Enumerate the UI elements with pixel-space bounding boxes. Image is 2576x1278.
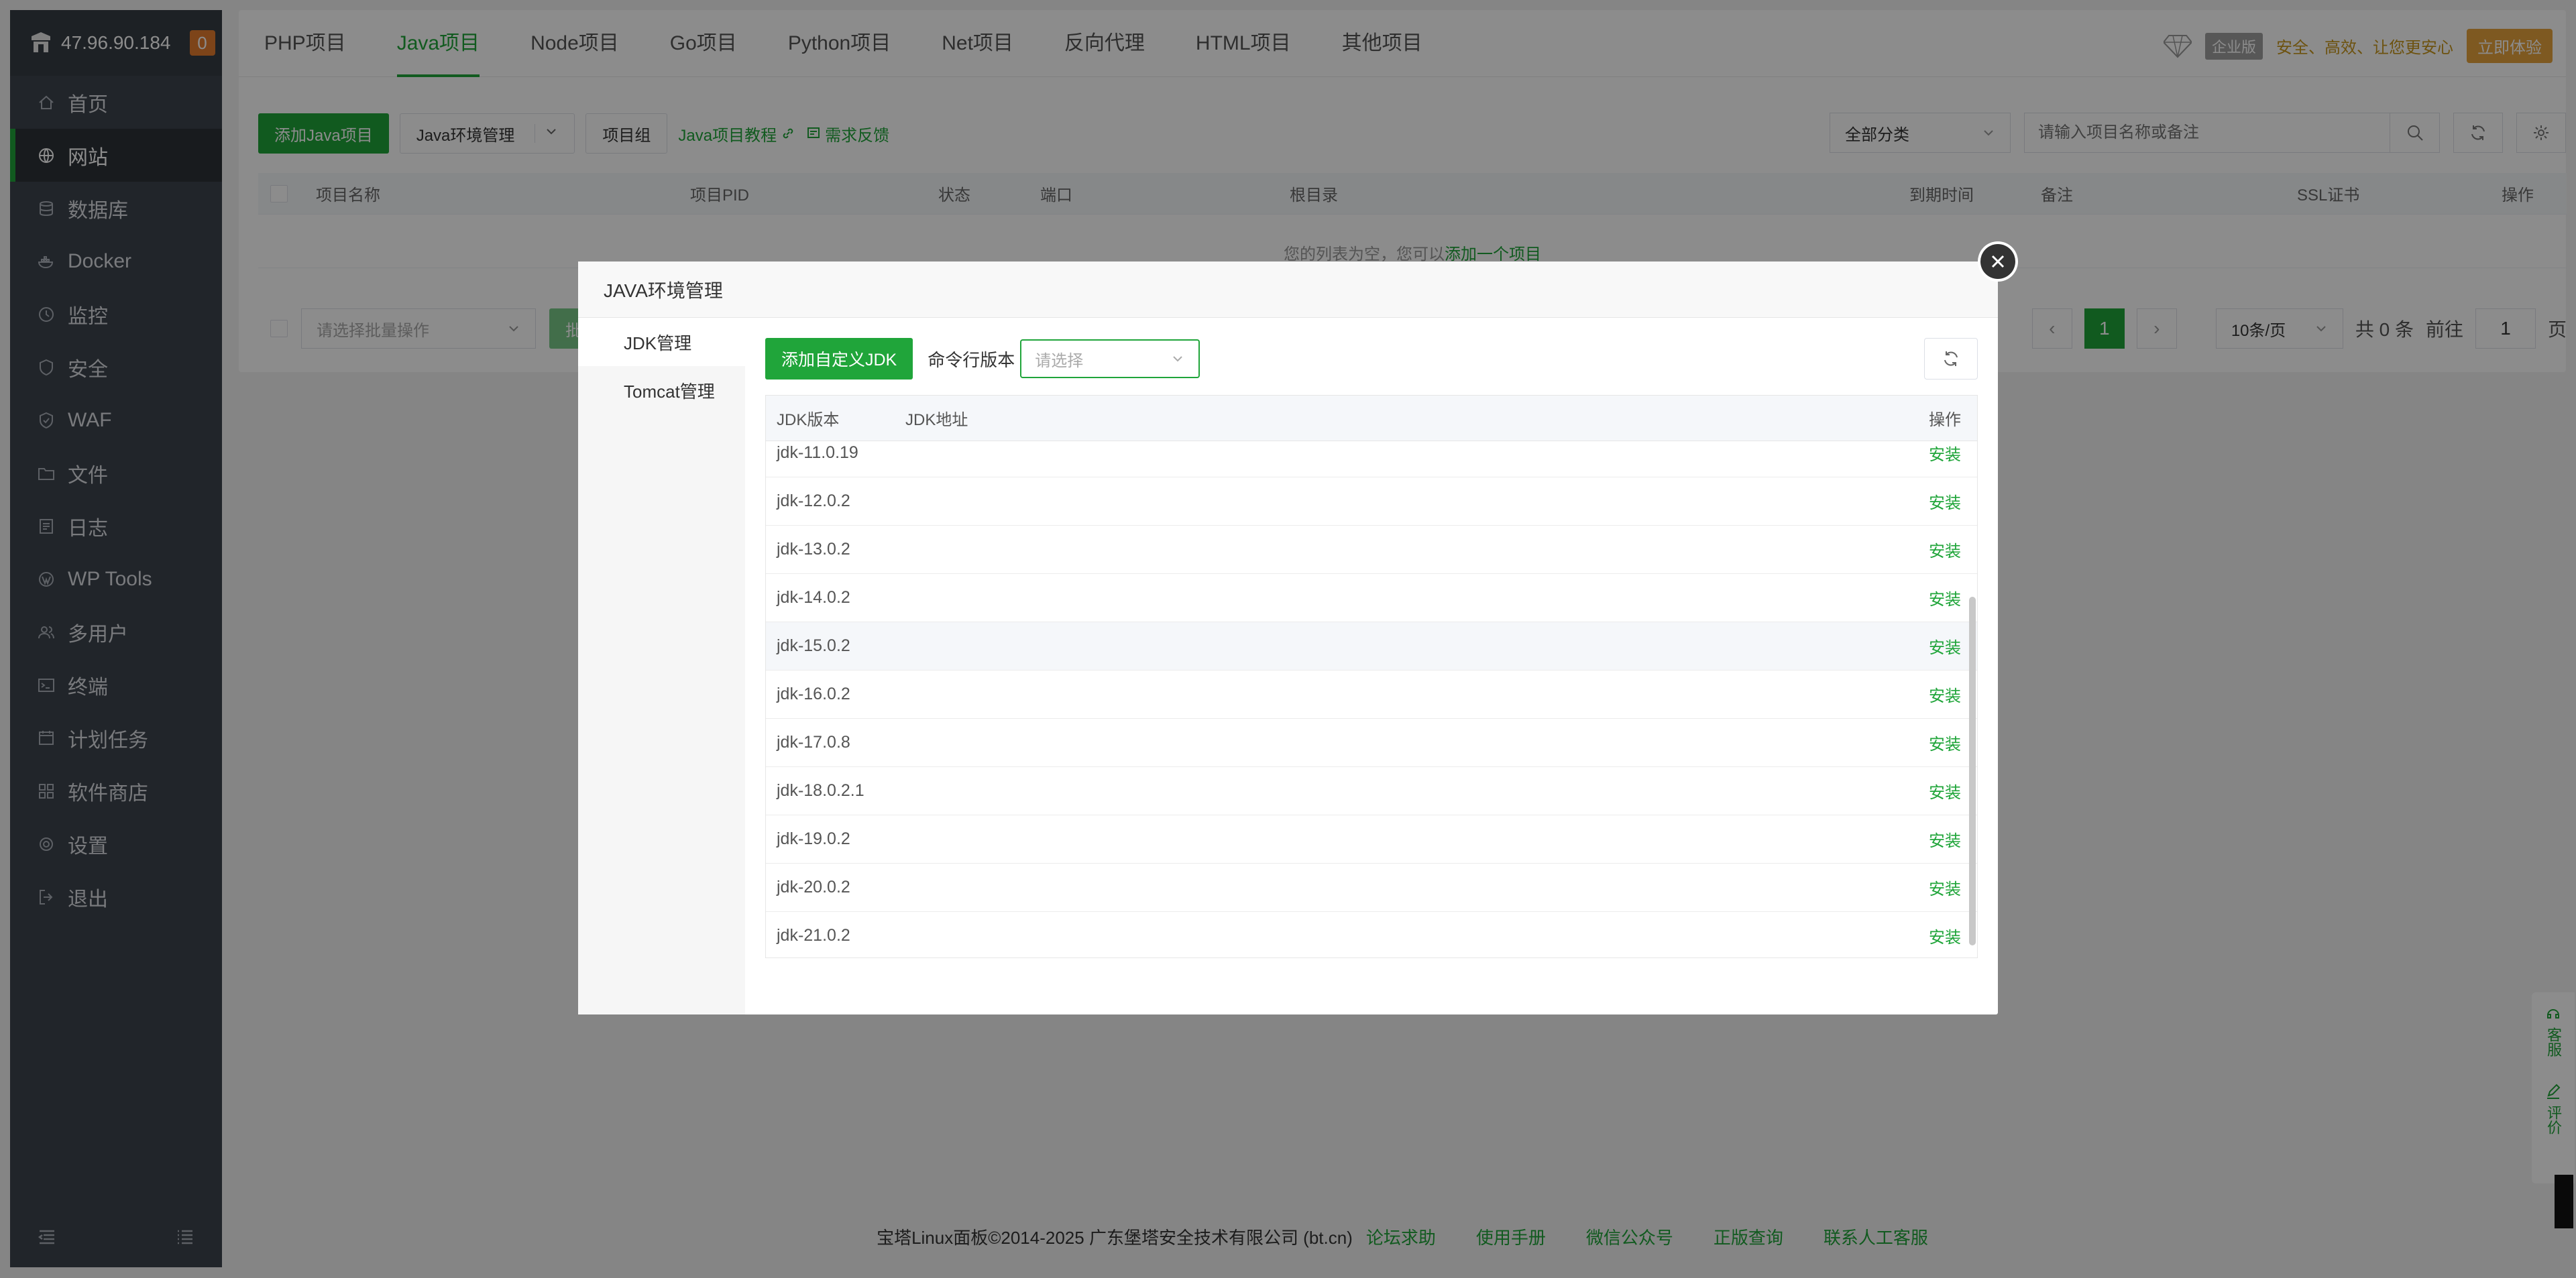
jdk-row: jdk-20.0.2 安装 xyxy=(766,864,1977,912)
cmd-version-select[interactable]: 请选择 xyxy=(1020,339,1200,378)
jdk-toolbar: 添加自定义JDK 命令行版本 请选择 xyxy=(765,338,1200,380)
jdk-version: jdk-14.0.2 xyxy=(777,588,850,607)
jdk-row: jdk-13.0.2 安装 xyxy=(766,526,1977,574)
jdk-version: jdk-12.0.2 xyxy=(777,491,850,510)
jdk-row: jdk-15.0.2 安装 xyxy=(766,622,1977,671)
modal-title: JAVA环境管理 xyxy=(578,262,1998,318)
col-jdk-path: JDK地址 xyxy=(905,411,968,429)
install-jdk-link[interactable]: 安装 xyxy=(1929,489,1961,513)
cmd-version-label: 命令行版本 xyxy=(928,349,1015,370)
tab-tomcat-manage[interactable]: Tomcat管理 xyxy=(578,366,745,414)
col-jdk-version: JDK版本 xyxy=(777,411,840,429)
jdk-rows: jdk-11.0.19 安装 jdk-12.0.2 安装 jdk-13.0.2 安装 jdk… xyxy=(766,429,1977,957)
install-jdk-link[interactable]: 安装 xyxy=(1929,683,1961,706)
jdk-version: jdk-18.0.2.1 xyxy=(777,781,864,800)
jdk-scrollbar[interactable] xyxy=(1969,597,1976,945)
install-jdk-link[interactable]: 安装 xyxy=(1929,586,1961,609)
jdk-version: jdk-16.0.2 xyxy=(777,685,850,703)
close-icon xyxy=(1991,255,2005,268)
jdk-table-header: JDK版本 JDK地址 操作 xyxy=(766,396,1977,441)
modal-close-button[interactable] xyxy=(1978,241,2018,282)
install-jdk-link[interactable]: 安装 xyxy=(1929,827,1961,851)
jdk-version: jdk-20.0.2 xyxy=(777,878,850,896)
jdk-row: jdk-17.0.8 安装 xyxy=(766,719,1977,767)
jdk-version: jdk-15.0.2 xyxy=(777,636,850,655)
jdk-row: jdk-19.0.2 安装 xyxy=(766,815,1977,864)
install-jdk-link[interactable]: 安装 xyxy=(1929,924,1961,947)
close-circle xyxy=(1980,244,2015,279)
modal-side-tabs: JDK管理 Tomcat管理 xyxy=(578,318,745,1014)
install-jdk-link[interactable]: 安装 xyxy=(1929,731,1961,754)
jdk-version: jdk-11.0.19 xyxy=(777,443,858,462)
cmd-version-placeholder: 请选择 xyxy=(1035,351,1084,370)
jdk-version: jdk-17.0.8 xyxy=(777,733,850,752)
jdk-version: jdk-19.0.2 xyxy=(777,829,850,848)
tab-jdk-manage[interactable]: JDK管理 xyxy=(578,318,745,366)
refresh-icon xyxy=(1944,351,1958,366)
add-custom-jdk-button[interactable]: 添加自定义JDK xyxy=(765,338,913,380)
modal-body: 添加自定义JDK 命令行版本 请选择 JDK版本 JDK地址 操作 jdk-11… xyxy=(745,318,1998,1014)
chevron-down-icon xyxy=(1173,356,1182,362)
jdk-version: jdk-13.0.2 xyxy=(777,540,850,559)
jdk-row: jdk-21.0.2 安装 xyxy=(766,912,1977,957)
install-jdk-link[interactable]: 安装 xyxy=(1929,538,1961,561)
jdk-row: jdk-18.0.2.1 安装 xyxy=(766,767,1977,815)
jdk-row: jdk-16.0.2 安装 xyxy=(766,671,1977,719)
jdk-refresh-button[interactable] xyxy=(1924,338,1978,380)
col-jdk-action: 操作 xyxy=(1929,411,1961,429)
install-jdk-link[interactable]: 安装 xyxy=(1929,634,1961,658)
install-jdk-link[interactable]: 安装 xyxy=(1929,441,1961,465)
jdk-table: JDK版本 JDK地址 操作 jdk-11.0.19 安装 jdk-12.0.2 安装… xyxy=(765,395,1978,958)
jdk-row: jdk-14.0.2 安装 xyxy=(766,574,1977,622)
install-jdk-link[interactable]: 安装 xyxy=(1929,779,1961,803)
jdk-row: jdk-12.0.2 安装 xyxy=(766,477,1977,526)
jdk-version: jdk-21.0.2 xyxy=(777,926,850,945)
java-env-modal: JAVA环境管理 JDK管理 Tomcat管理 添加自定义JDK 命令行版本 请… xyxy=(578,262,1998,1014)
install-jdk-link[interactable]: 安装 xyxy=(1929,876,1961,899)
